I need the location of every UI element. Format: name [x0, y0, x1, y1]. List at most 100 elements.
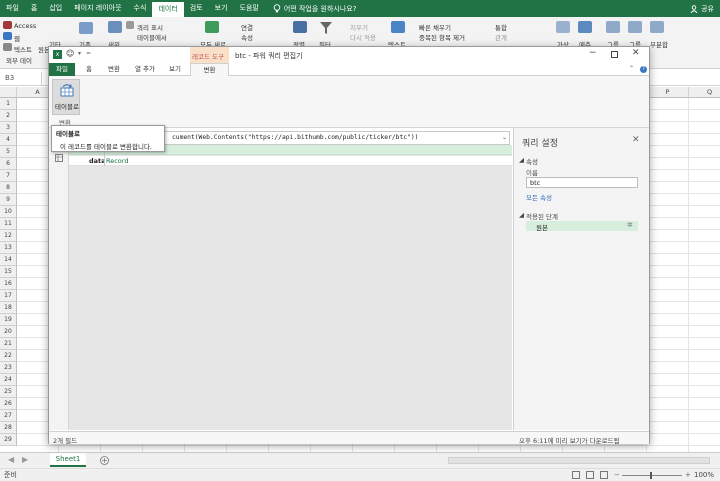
field-value-data[interactable]: Record: [106, 157, 128, 165]
normal-view-icon[interactable]: [572, 471, 580, 479]
row-header-22[interactable]: 22: [0, 350, 17, 362]
zoom-in-icon[interactable]: +: [685, 469, 691, 481]
queries-table-icon[interactable]: [55, 154, 63, 162]
row-header-1[interactable]: 1: [0, 98, 17, 110]
ribbon-from-table[interactable]: 테이블에서: [137, 32, 167, 42]
record-row-data[interactable]: data Record: [69, 156, 512, 166]
row-header-25[interactable]: 25: [0, 386, 17, 398]
zoom-level[interactable]: 100%: [694, 469, 714, 481]
ribbon-consolidate[interactable]: 통합: [495, 22, 507, 32]
row-header-17[interactable]: 17: [0, 290, 17, 302]
next-sheet-icon[interactable]: ▶: [22, 455, 28, 464]
queries-pane-collapsed[interactable]: [49, 128, 69, 430]
tell-me-box[interactable]: 어떤 작업을 원하시나요?: [273, 4, 356, 14]
pq-tab-file[interactable]: 파일: [49, 63, 75, 76]
ribbon-web[interactable]: 웹: [14, 33, 20, 43]
formula-expand-icon[interactable]: ⌄: [502, 134, 507, 141]
smiley-icon[interactable]: ☺: [66, 49, 74, 58]
row-header-2[interactable]: 2: [0, 110, 17, 122]
tab-help[interactable]: 도움말: [234, 0, 265, 17]
tab-view[interactable]: 보기: [209, 0, 234, 17]
row-header-8[interactable]: 8: [0, 182, 17, 194]
column-header-p[interactable]: P: [647, 87, 689, 98]
row-header-23[interactable]: 23: [0, 362, 17, 374]
tab-page-layout[interactable]: 페이지 레이아웃: [68, 0, 127, 17]
row-header-20[interactable]: 20: [0, 326, 17, 338]
help-icon[interactable]: ?: [640, 66, 647, 73]
query-settings-pane: 쿼리 설정 ✕ ◢ 속성 이름 btc 모든 속성 ◢ 적용된 단계 원본 ✲: [513, 128, 649, 430]
tab-insert[interactable]: 삽입: [43, 0, 68, 17]
maximize-button[interactable]: [611, 51, 618, 58]
pq-tab-convert[interactable]: 변환: [190, 63, 229, 77]
ribbon-relationships[interactable]: 관계: [495, 32, 507, 42]
tab-home[interactable]: 홈: [25, 0, 43, 17]
tab-review[interactable]: 검토: [184, 0, 209, 17]
share-button[interactable]: 공유: [690, 4, 720, 14]
row-header-26[interactable]: 26: [0, 398, 17, 410]
query-name-input[interactable]: btc: [526, 177, 638, 188]
tab-formulas[interactable]: 수식: [128, 0, 153, 17]
row-header-21[interactable]: 21: [0, 338, 17, 350]
row-header-9[interactable]: 9: [0, 194, 17, 206]
prev-sheet-icon[interactable]: ◀: [8, 455, 14, 464]
row-header-14[interactable]: 14: [0, 254, 17, 266]
row-header-18[interactable]: 18: [0, 302, 17, 314]
ribbon-reapply[interactable]: 다시 적용: [350, 32, 376, 42]
add-sheet-icon[interactable]: [100, 456, 109, 465]
zoom-out-icon[interactable]: −: [614, 469, 620, 481]
ribbon-collapse-icon[interactable]: ⌃: [629, 65, 634, 72]
row-header-7[interactable]: 7: [0, 170, 17, 182]
ribbon-subtotal[interactable]: 부분합: [650, 39, 668, 49]
select-all-corner[interactable]: [0, 87, 17, 98]
sheet-tab-sheet1[interactable]: Sheet1: [50, 453, 86, 467]
ribbon-flash-fill[interactable]: 빠른 채우기: [419, 22, 451, 32]
minimize-button[interactable]: −: [589, 48, 597, 58]
pq-formula-text[interactable]: cument(Web.Contents("https://api.bithumb…: [172, 134, 418, 141]
row-header-10[interactable]: 10: [0, 206, 17, 218]
steps-collapse-icon[interactable]: ◢: [519, 211, 524, 219]
ribbon-properties[interactable]: 속성: [241, 32, 253, 42]
ribbon-access[interactable]: Access: [14, 22, 36, 30]
row-header-29[interactable]: 29: [0, 434, 17, 446]
row-header-15[interactable]: 15: [0, 266, 17, 278]
pq-tab-transform[interactable]: 변환: [103, 63, 125, 76]
qat-dropdown-icon[interactable]: ▾: [78, 50, 81, 57]
ribbon-text[interactable]: 텍스트: [14, 44, 32, 54]
all-properties-link[interactable]: 모든 속성: [526, 192, 552, 202]
row-header-3[interactable]: 3: [0, 122, 17, 134]
qat-customize-icon[interactable]: =: [86, 50, 91, 57]
ribbon-show-queries[interactable]: 쿼리 표시: [137, 22, 163, 32]
properties-collapse-icon[interactable]: ◢: [519, 156, 524, 164]
applied-step-source[interactable]: 원본 ✲: [526, 221, 638, 232]
ribbon-clear[interactable]: 지우기: [350, 22, 368, 32]
row-header-19[interactable]: 19: [0, 314, 17, 326]
row-header-4[interactable]: 4: [0, 134, 17, 146]
ribbon-remove-duplicates[interactable]: 중복된 항목 제거: [419, 32, 465, 42]
tab-data[interactable]: 데이터: [152, 2, 184, 17]
to-table-button[interactable]: 테이블로: [52, 79, 80, 115]
zoom-slider-thumb[interactable]: [650, 472, 652, 479]
row-header-16[interactable]: 16: [0, 278, 17, 290]
pq-tab-view[interactable]: 보기: [164, 63, 186, 76]
close-button[interactable]: ✕: [632, 48, 640, 58]
row-header-28[interactable]: 28: [0, 422, 17, 434]
tab-file[interactable]: 파일: [0, 0, 25, 17]
step-settings-gear-icon[interactable]: ✲: [627, 221, 633, 229]
page-layout-view-icon[interactable]: [586, 471, 594, 479]
row-header-24[interactable]: 24: [0, 374, 17, 386]
settings-close-icon[interactable]: ✕: [632, 135, 640, 145]
horizontal-scrollbar[interactable]: [448, 457, 710, 464]
row-header-27[interactable]: 27: [0, 410, 17, 422]
row-header-6[interactable]: 6: [0, 158, 17, 170]
page-break-view-icon[interactable]: [600, 471, 608, 479]
pq-tab-home[interactable]: 홈: [79, 63, 99, 76]
zoom-slider[interactable]: [622, 475, 682, 476]
column-header-q[interactable]: Q: [689, 87, 720, 98]
row-header-11[interactable]: 11: [0, 218, 17, 230]
name-box[interactable]: B3: [2, 72, 42, 85]
row-header-13[interactable]: 13: [0, 242, 17, 254]
pq-tab-add-column[interactable]: 열 추가: [130, 63, 160, 76]
ribbon-connections[interactable]: 연결: [241, 22, 253, 32]
row-header-5[interactable]: 5: [0, 146, 17, 158]
row-header-12[interactable]: 12: [0, 230, 17, 242]
